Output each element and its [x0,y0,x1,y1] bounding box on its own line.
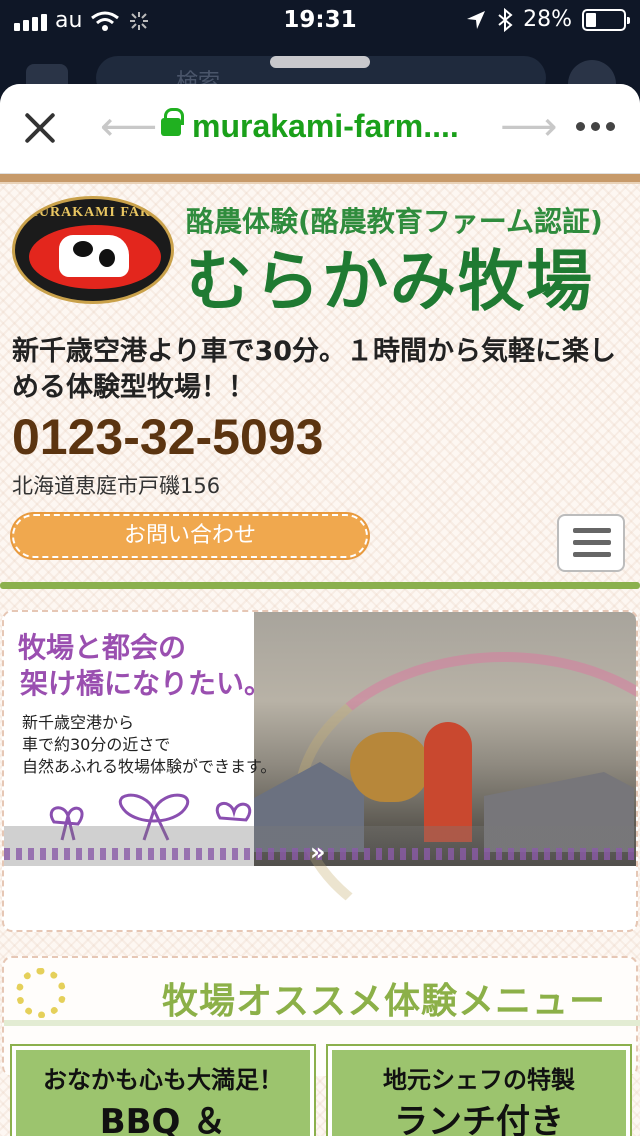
card-title: ランチ付き [394,1102,564,1136]
hero-body-line2: 車で約30分の近さで [22,735,171,754]
top-stripe [0,174,640,184]
logo-text: MURAKAMI FARM [24,205,166,220]
hero-banner[interactable]: 牧場と都会の 架け橋になりたい。 新千歳空港から 車で約30分の近さで 自然あふ… [2,610,638,932]
bluetooth-icon [498,7,513,32]
next-slide-icon[interactable]: » [310,838,326,866]
phone-number[interactable]: 0123-32-5093 [12,408,323,466]
status-bar: au 19:31 28% [0,0,640,42]
battery-percent: 28% [523,7,572,32]
battery-icon [582,8,630,31]
more-icon[interactable] [576,122,615,131]
close-icon[interactable] [22,110,58,146]
section-divider [4,1020,640,1026]
hero-body-line1: 新千歳空港から [22,713,135,732]
tagline: 新千歳空港より車で30分。１時間から気軽に楽しめる体験型牧場！！ [12,336,617,403]
hero-headline-line1: 牧場と都会の [18,631,187,664]
wreath-icon [16,968,66,1018]
hamburger-menu-icon[interactable] [557,514,625,572]
lock-icon [161,108,184,136]
divider [0,582,640,589]
hero-body: 新千歳空港から 車で約30分の近さで 自然あふれる牧場体験ができます。 [22,712,276,778]
sheet-grabber[interactable] [270,56,370,68]
location-arrow-icon [467,10,486,29]
cow-icon [59,235,129,277]
hero-headline: 牧場と都会の 架け橋になりたい。 [18,630,272,702]
menu-card-lunch[interactable]: 地元シェフの特製 ランチ付き [328,1046,630,1136]
menu-card-bbq[interactable]: おなかも心も大満足！ BBQ ＆ [12,1046,314,1136]
contact-button[interactable]: お問い合わせ [12,514,368,558]
url-display[interactable]: murakami-farm.... [192,108,459,145]
card-subtitle: おなかも心も大満足！ [43,1066,283,1094]
hero-body-line3: 自然あふれる牧場体験ができます。 [22,757,277,776]
address: 北海道恵庭市戸磯156 [12,474,221,498]
section-title: 牧場オススメ体験メニュー [162,981,607,1022]
browser-toolbar: ⟵ murakami-farm.... ⟶ [0,84,640,174]
card-subtitle: 地元シェフの特製 [383,1066,575,1094]
card-title: BBQ ＆ [99,1102,227,1136]
site-title[interactable]: むらかみ牧場 [186,228,594,324]
forward-arrow-icon[interactable]: ⟶ [500,104,557,150]
back-arrow-icon[interactable]: ⟵ [100,104,157,150]
farm-logo[interactable]: MURAKAMI FARM [12,196,174,304]
hero-headline-line2: 架け橋になりたい。 [20,667,273,700]
